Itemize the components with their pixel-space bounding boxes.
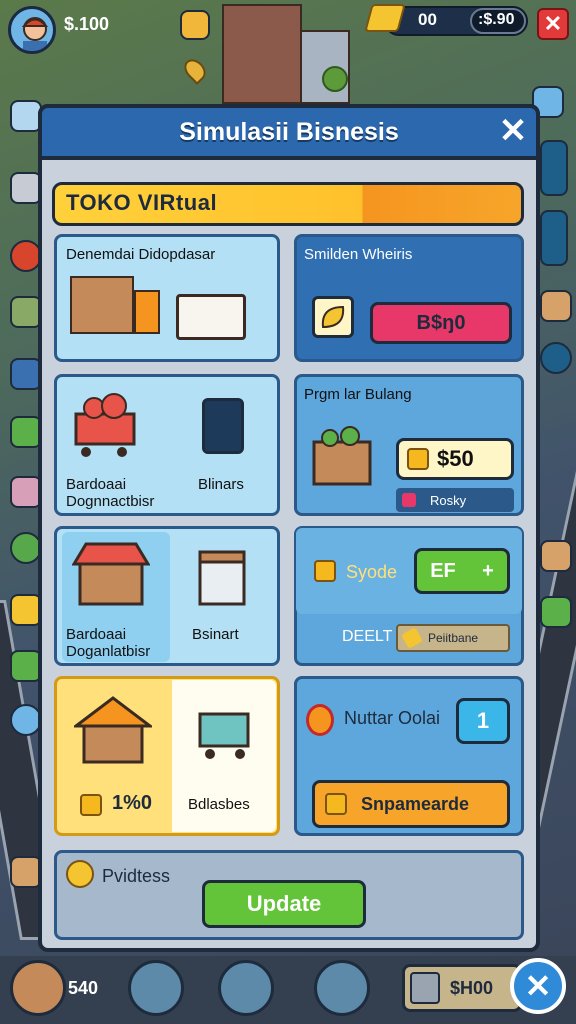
counter-label: Nuttar Oolai [344, 708, 441, 728]
crate-icon [325, 793, 347, 815]
receipt-board-icon [176, 294, 246, 340]
stock-add-button-label: EF [430, 559, 456, 582]
market-price-box: $50 [396, 438, 514, 480]
phone-icon[interactable] [540, 140, 568, 196]
player-avatar[interactable] [8, 6, 56, 54]
backpack-icon[interactable] [10, 960, 66, 1016]
bottom-left-counter: 540 [68, 978, 99, 998]
building-icon [222, 4, 302, 104]
modal-close-button[interactable]: ✕ [496, 112, 530, 150]
store-banner-label: TOKO VIRtual [66, 190, 218, 215]
stock-add-button[interactable]: EF + [414, 548, 510, 594]
close-game-button[interactable]: ✕ [537, 8, 569, 40]
card-shopping-label-b: Blinars [198, 476, 244, 493]
crate-icon[interactable] [540, 290, 572, 322]
phone-icon[interactable] [540, 210, 568, 266]
wheel-buy-button[interactable]: B$ŋ0 [370, 302, 512, 344]
cart-icon [196, 700, 256, 762]
shop-items-label: Bdlasbes [188, 796, 250, 813]
cash-counter: :$.90 [478, 11, 515, 28]
bottom-right-counter: $H00 [450, 978, 494, 998]
stock-deelt-label: DEELT [342, 628, 393, 645]
container-icon [410, 972, 440, 1004]
stock-label: Syode [346, 562, 398, 582]
card-wheel-title: Smilden Wheiris [304, 246, 413, 263]
shop-sign-icon [134, 290, 160, 334]
money-icon[interactable] [540, 596, 572, 628]
close-icon[interactable]: ✕ [510, 958, 566, 1014]
tablet-icon [202, 398, 244, 454]
leaf-badge-icon [312, 296, 354, 338]
card-store-upgrade-label-b: Bsinart [192, 626, 239, 643]
gold-counter: 00 [418, 10, 437, 29]
ring-icon [306, 704, 334, 736]
modal-title: Simulasii Bisnesis [179, 117, 399, 146]
counter-action-label: Snpamearde [361, 793, 470, 814]
market-stall-icon [308, 424, 378, 490]
shop-items-value: 1%0 [112, 792, 153, 814]
market-tag: Rosky [396, 488, 514, 512]
coin-icon [66, 860, 94, 888]
box-icon [196, 546, 248, 608]
coin-icon [407, 448, 429, 470]
map-marker-icon[interactable] [180, 10, 210, 40]
stock-tag: Peiitbane [396, 624, 510, 652]
counter-value[interactable]: 1 [456, 698, 510, 744]
card-store-info-title: Denemdai Didopdasar [66, 246, 216, 263]
modal-header: Simulasii Bisnesis [38, 104, 540, 160]
shopping-bag-icon[interactable] [314, 960, 370, 1016]
counter-action-button[interactable]: Snpamearde [312, 780, 510, 828]
settings-icon[interactable] [540, 342, 572, 374]
update-button[interactable]: Update [202, 880, 366, 928]
crate-icon [80, 794, 102, 816]
card-store-upgrade-label-a: Bardoaai Doganlatbisr [66, 626, 151, 660]
awning-store-icon [71, 540, 151, 610]
process-label: Pvidtess [102, 866, 171, 886]
crate-icon[interactable] [540, 540, 572, 572]
market-tag-label: Rosky [430, 492, 467, 508]
market-price: $50 [437, 446, 474, 471]
shop-house-icon [71, 694, 155, 766]
store-building-icon [70, 276, 134, 334]
card-shopping-label-a: Bardoaai Dognnactbisr [66, 476, 155, 510]
stock-tag-label: Peiitbane [428, 631, 479, 645]
tag-icon [402, 493, 416, 507]
pencil-icon [401, 627, 423, 649]
tree-icon [322, 66, 348, 92]
card-market-title: Prgm lar Bulang [304, 386, 412, 403]
plus-icon: + [482, 559, 494, 582]
shopping-cart-icon [70, 392, 140, 458]
crate-icon[interactable] [218, 960, 274, 1016]
money-counter: $.100 [64, 14, 110, 34]
building-icon [300, 30, 350, 104]
leaf-icon [321, 305, 345, 329]
crate-icon [314, 560, 336, 582]
box-icon[interactable] [128, 960, 184, 1016]
